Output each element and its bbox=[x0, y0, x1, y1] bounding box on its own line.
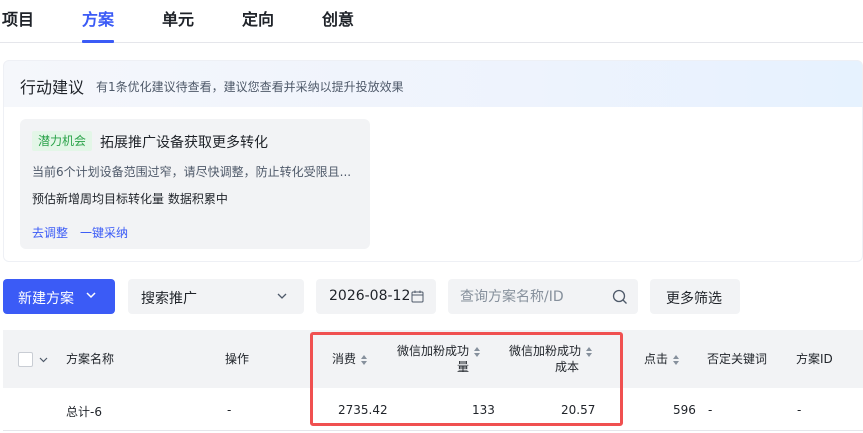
tab-plan[interactable]: 方案 bbox=[82, 6, 114, 30]
search-icon[interactable] bbox=[612, 289, 628, 305]
total-clicks: 596 bbox=[673, 403, 696, 417]
adjust-link[interactable]: 去调整 bbox=[32, 224, 68, 241]
advice-card-title: 拓展推广设备获取更多转化 bbox=[100, 135, 268, 151]
col-wx-fans-label-2: 量 bbox=[457, 360, 470, 374]
chevron-down-icon[interactable] bbox=[39, 355, 48, 364]
active-tab-indicator bbox=[82, 40, 114, 43]
plan-search-input[interactable] bbox=[460, 287, 600, 307]
col-wx-fans-label-1: 微信加粉成功 bbox=[397, 344, 470, 358]
total-wx-cost: 20.57 bbox=[561, 403, 596, 417]
calendar-icon bbox=[411, 290, 424, 303]
col-clicks-label: 点击 bbox=[644, 352, 669, 366]
chevron-down-icon bbox=[86, 292, 96, 299]
total-action: - bbox=[227, 403, 232, 417]
col-negative-keywords: 否定关键词 bbox=[707, 352, 768, 366]
sort-icon[interactable] bbox=[585, 346, 593, 358]
opportunity-tag: 潜力机会 bbox=[32, 131, 93, 151]
sort-icon[interactable] bbox=[360, 354, 368, 366]
table-header: 方案名称 操作 消费 微信加粉成功 量 微信加粉成功 成本 点击 否定关键词 方… bbox=[3, 330, 863, 388]
more-filters-label: 更多筛选 bbox=[666, 291, 722, 307]
advice-body: 潜力机会 拓展推广设备获取更多转化 当前6个计划设备范围过窄，请尽快调整，防止转… bbox=[4, 107, 862, 261]
new-plan-button[interactable]: 新建方案 bbox=[3, 279, 115, 314]
more-filters-button[interactable]: 更多筛选 bbox=[650, 279, 740, 314]
plan-search-box bbox=[448, 279, 638, 314]
new-plan-label: 新建方案 bbox=[18, 291, 74, 307]
adopt-link[interactable]: 一键采纳 bbox=[80, 224, 128, 241]
table-row-total: 总计-6 - 2735.42 133 20.57 596 - - bbox=[3, 388, 863, 431]
chevron-down-icon bbox=[277, 293, 287, 299]
total-negative-keywords: - bbox=[708, 403, 713, 417]
promotion-type-value: 搜索推广 bbox=[141, 291, 197, 307]
advice-title: 行动建议 bbox=[20, 78, 85, 97]
date-picker[interactable]: 2026-08-12 bbox=[316, 279, 436, 314]
col-spend-label: 消费 bbox=[332, 352, 357, 366]
total-plan-id: - bbox=[797, 403, 802, 417]
col-wx-fans[interactable]: 微信加粉成功 量 bbox=[397, 343, 487, 375]
total-wx-fans: 133 bbox=[472, 403, 495, 417]
col-spend[interactable]: 消费 bbox=[332, 351, 368, 367]
sort-icon[interactable] bbox=[672, 354, 680, 366]
tab-creative[interactable]: 创意 bbox=[322, 6, 354, 30]
tab-unit[interactable]: 单元 bbox=[162, 6, 194, 30]
advice-subtitle: 有1条优化建议待查看，建议您查看并采纳以提升投放效果 bbox=[96, 80, 404, 94]
main-tabs: 项目 方案 单元 定向 创意 bbox=[0, 0, 863, 43]
col-plan-name: 方案名称 bbox=[66, 352, 115, 366]
sort-icon[interactable] bbox=[473, 346, 481, 358]
advice-header: 行动建议 有1条优化建议待查看，建议您查看并采纳以提升投放效果 bbox=[4, 61, 862, 107]
total-spend: 2735.42 bbox=[338, 403, 388, 417]
col-wx-cost-label-2: 成本 bbox=[555, 360, 580, 374]
select-all-checkbox[interactable] bbox=[18, 352, 33, 367]
col-wx-cost-label-1: 微信加粉成功 bbox=[509, 344, 582, 358]
total-name: 总计-6 bbox=[66, 405, 102, 419]
tab-targeting[interactable]: 定向 bbox=[242, 6, 274, 30]
tab-project[interactable]: 项目 bbox=[2, 6, 34, 30]
date-value: 2026-08-12 bbox=[329, 288, 411, 304]
col-clicks[interactable]: 点击 bbox=[644, 351, 680, 367]
col-plan-id: 方案ID bbox=[796, 352, 833, 366]
action-advice-panel: 行动建议 有1条优化建议待查看，建议您查看并采纳以提升投放效果 潜力机会 拓展推… bbox=[3, 60, 863, 262]
advice-card: 潜力机会 拓展推广设备获取更多转化 当前6个计划设备范围过窄，请尽快调整，防止转… bbox=[20, 119, 370, 249]
advice-card-estimate: 预估新增周均目标转化量 数据积累中 bbox=[32, 192, 228, 206]
col-wx-cost[interactable]: 微信加粉成功 成本 bbox=[509, 343, 609, 375]
advice-card-description: 当前6个计划设备范围过窄，请尽快调整，防止转化受限且... bbox=[32, 165, 352, 179]
promotion-type-select[interactable]: 搜索推广 bbox=[128, 279, 304, 314]
col-action: 操作 bbox=[225, 352, 250, 366]
